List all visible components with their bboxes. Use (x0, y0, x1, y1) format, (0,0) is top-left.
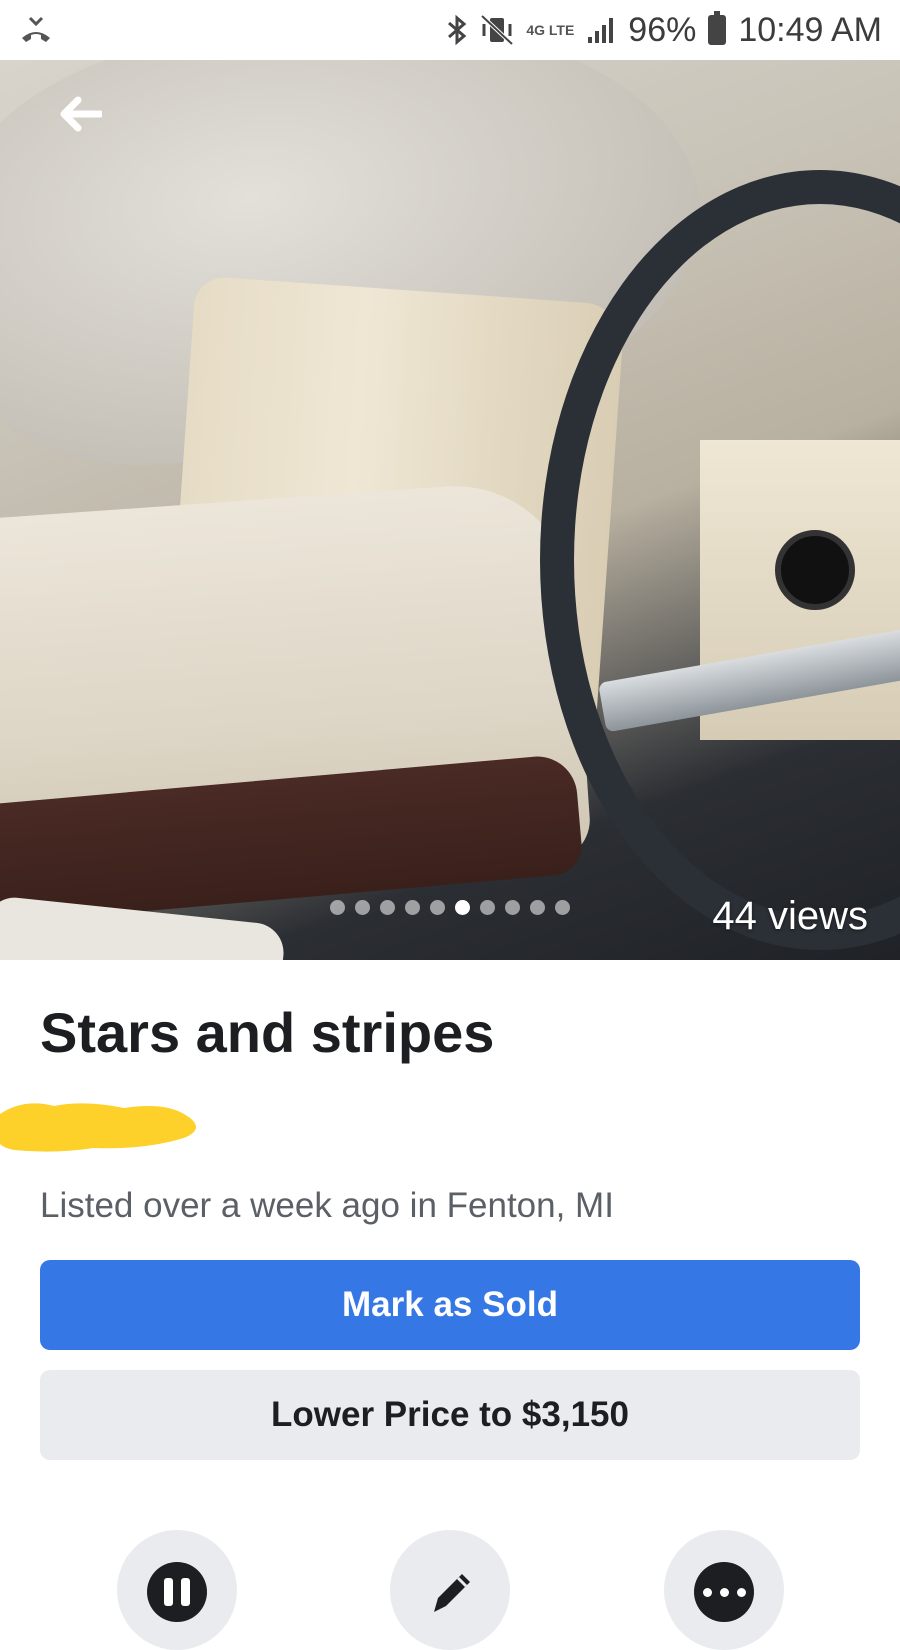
edit-listing-button[interactable] (390, 1530, 510, 1650)
signal-icon (586, 15, 616, 45)
listing-photo[interactable] (0, 60, 900, 960)
status-bar: 4G LTE 96% 10:49 AM (0, 0, 900, 60)
carousel-dot[interactable] (430, 900, 445, 915)
action-bar (0, 1530, 900, 1650)
bluetooth-icon (446, 14, 468, 46)
listing-title: Stars and stripes (40, 1001, 495, 1064)
back-arrow-icon (58, 96, 104, 137)
back-button[interactable] (56, 96, 104, 136)
carousel-dot[interactable] (355, 900, 370, 915)
vibrate-mute-icon (480, 14, 514, 46)
carousel-dot[interactable] (555, 900, 570, 915)
pause-icon (147, 1562, 207, 1622)
listed-info: Listed over a week ago in Fenton, MI (40, 1186, 614, 1225)
price-redaction (0, 1094, 208, 1156)
status-icons: 4G LTE 96% 10:49 AM (446, 11, 882, 50)
more-icon (694, 1562, 754, 1622)
lower-price-button[interactable]: Lower Price to $3,150 (40, 1370, 860, 1460)
battery-icon (708, 11, 727, 45)
missed-call-icon (18, 12, 54, 48)
carousel-dot[interactable] (330, 900, 345, 915)
carousel-dot[interactable] (530, 900, 545, 915)
battery-percent: 96% (628, 10, 697, 49)
4g-lte-icon: 4G LTE (526, 22, 575, 38)
carousel-dot[interactable] (505, 900, 520, 915)
clock: 10:49 AM (738, 10, 882, 49)
carousel-dot-active[interactable] (455, 900, 470, 915)
view-count: 44 views (712, 894, 868, 938)
more-options-button[interactable] (664, 1530, 784, 1650)
carousel-dot[interactable] (480, 900, 495, 915)
carousel-dot[interactable] (405, 900, 420, 915)
carousel-dot[interactable] (380, 900, 395, 915)
pause-listing-button[interactable] (117, 1530, 237, 1650)
edit-pencil-icon (420, 1562, 480, 1627)
carousel-indicator[interactable] (330, 900, 570, 915)
mark-as-sold-button[interactable]: Mark as Sold (40, 1260, 860, 1350)
